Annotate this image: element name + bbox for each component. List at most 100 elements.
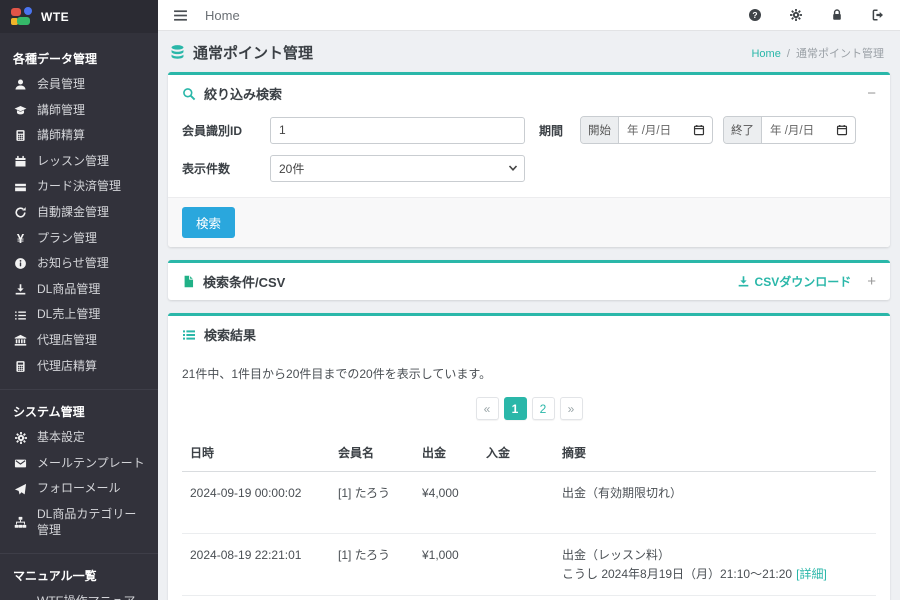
table-row: 2024-08-19 22:21:01 [1] たろう ¥1,000 出金（レッ… (182, 534, 876, 596)
logout-icon[interactable] (871, 8, 885, 22)
results-table: 日時 会員名 出金 入金 摘要 2024-09-19 00:00:02 [1] … (182, 434, 876, 600)
sidebar-item-label: WTE操作マニュアル (37, 594, 145, 600)
expand-icon[interactable]: + (867, 274, 876, 289)
sidebar-item-wte-manual[interactable]: WTE操作マニュアル (0, 589, 158, 600)
coins-icon (169, 44, 186, 61)
nav-section-title: マニュアル一覧 (0, 558, 158, 589)
calendar-picker-icon[interactable] (691, 124, 712, 136)
results-body: 21件中、1件目から20件目までの20件を表示しています。 « 1 2 » 日時… (168, 353, 890, 600)
gear-icon (13, 431, 28, 445)
page-title: 通常ポイント管理 (169, 42, 313, 63)
search-button[interactable]: 検索 (182, 207, 235, 238)
logo[interactable]: WTE (0, 0, 158, 33)
download-icon (13, 283, 28, 296)
csv-card-header: 検索条件/CSV CSVダウンロード + (168, 263, 890, 300)
page-content: 通常ポイント管理 Home / 通常ポイント管理 絞り込み検索 − (158, 31, 900, 600)
pagination-page-1[interactable]: 1 (504, 397, 527, 420)
app-window: WTE 各種データ管理 会員管理 講師管理 講師精算 (0, 0, 900, 600)
cell-deposit (478, 596, 554, 600)
lock-icon[interactable] (830, 8, 844, 22)
help-icon[interactable]: ? (748, 8, 762, 22)
sidebar-item-member-management[interactable]: 会員管理 (0, 72, 158, 98)
nav-section-title: 各種データ管理 (0, 41, 158, 72)
calendar-icon (13, 155, 28, 168)
svg-text:?: ? (752, 10, 757, 20)
column-header-deposit: 入金 (478, 434, 554, 472)
results-card-header: 検索結果 (168, 316, 890, 353)
sidebar-item-basic-settings[interactable]: 基本設定 (0, 425, 158, 451)
sidebar-item-label: プラン管理 (37, 231, 97, 247)
sidebar-item-follow-mail[interactable]: フォローメール (0, 476, 158, 502)
sidebar-item-card-payment-management[interactable]: カード決済管理 (0, 174, 158, 200)
breadcrumb-home-link[interactable]: Home (751, 48, 780, 60)
pagination-page-2[interactable]: 2 (532, 397, 555, 420)
sidebar-item-label: 会員管理 (37, 77, 85, 93)
start-date-prefix: 開始 (581, 117, 619, 143)
sidebar-item-label: 自動課金管理 (37, 205, 109, 221)
sidebar-item-label: レッスン管理 (37, 154, 109, 170)
sidebar-item-lesson-management[interactable]: レッスン管理 (0, 149, 158, 175)
sidebar-item-instructor-management[interactable]: 講師管理 (0, 98, 158, 124)
member-id-label: 会員識別ID (182, 122, 270, 139)
sidebar-nav: 各種データ管理 会員管理 講師管理 講師精算 レッスン管理 (0, 33, 158, 600)
sidebar-item-label: カード決済管理 (37, 179, 121, 195)
logo-text: WTE (41, 10, 69, 24)
period-group: 期間 開始 年 /月/日 終了 年 /月/日 (539, 116, 866, 144)
sidebar-item-plan-management[interactable]: ¥ プラン管理 (0, 226, 158, 252)
cell-datetime: 2024-08-19 22:21:01 (182, 534, 330, 596)
sidebar-item-dl-sales-management[interactable]: DL売上管理 (0, 302, 158, 328)
sidebar-item-label: メールテンプレート (37, 456, 145, 472)
refresh-icon (13, 206, 28, 219)
pagination: « 1 2 » (182, 397, 876, 420)
sidebar-item-label: DL商品カテゴリー管理 (37, 507, 145, 538)
filter-card-title: 絞り込み検索 (204, 84, 282, 103)
download-icon (737, 275, 750, 288)
calendar-picker-icon[interactable] (834, 124, 855, 136)
sidebar-item-dl-product-category-management[interactable]: DL商品カテゴリー管理 (0, 502, 158, 543)
start-date-input[interactable]: 開始 年 /月/日 (580, 116, 713, 144)
breadcrumb-separator: / (787, 48, 790, 60)
results-card: 検索結果 21件中、1件目から20件目までの20件を表示しています。 « 1 2… (168, 313, 890, 600)
per-page-select[interactable]: 20件 (270, 155, 525, 182)
pagination-prev-button[interactable]: « (476, 397, 499, 420)
sidebar: WTE 各種データ管理 会員管理 講師管理 講師精算 (0, 0, 158, 600)
sidebar-item-instructor-settlement[interactable]: 講師精算 (0, 123, 158, 149)
pagination-next-button[interactable]: » (560, 397, 583, 420)
calculator-icon (13, 129, 28, 142)
nav-section-data: 各種データ管理 会員管理 講師管理 講師精算 レッスン管理 (0, 37, 158, 385)
sidebar-item-auto-billing-management[interactable]: 自動課金管理 (0, 200, 158, 226)
filter-body: 会員識別ID 期間 開始 年 /月/日 終了 年 /月/日 (168, 112, 890, 197)
gear-icon[interactable] (789, 8, 803, 22)
cell-summary: 出金（有効期限切れ） (554, 472, 876, 534)
detail-link[interactable]: [詳細] (796, 567, 827, 581)
column-header-withdraw: 出金 (414, 434, 478, 472)
results-card-title: 検索結果 (204, 325, 256, 344)
topbar-home-link[interactable]: Home (205, 8, 240, 23)
csv-card-title: 検索条件/CSV (203, 272, 285, 291)
member-id-input[interactable] (270, 117, 525, 144)
per-page-select-wrap: 20件 (270, 155, 525, 182)
topbar-actions: ? (748, 8, 885, 22)
cell-summary: 出金（レッスン料） こうし 2024年8月19日（月）21:00〜21:10[詳… (554, 596, 876, 600)
sidebar-item-label: DL売上管理 (37, 307, 100, 323)
nav-section-manual: マニュアル一覧 WTE操作マニュアル (0, 553, 158, 600)
sidebar-item-agency-settlement[interactable]: 代理店精算 (0, 354, 158, 380)
period-label: 期間 (539, 122, 563, 139)
sidebar-item-news-management[interactable]: お知らせ管理 (0, 251, 158, 277)
csv-download-link[interactable]: CSVダウンロード (737, 273, 852, 290)
end-date-input[interactable]: 終了 年 /月/日 (723, 116, 856, 144)
sidebar-item-label: 基本設定 (37, 430, 85, 446)
sidebar-item-label: 代理店精算 (37, 359, 97, 375)
collapse-icon[interactable]: − (867, 86, 876, 101)
cell-withdraw: ¥1,000 (414, 596, 478, 600)
cell-datetime: 2024-09-19 00:00:02 (182, 472, 330, 534)
sidebar-item-mail-template[interactable]: メールテンプレート (0, 451, 158, 477)
csv-card: 検索条件/CSV CSVダウンロード + (168, 260, 890, 300)
sidebar-item-agency-management[interactable]: 代理店管理 (0, 328, 158, 354)
logo-icon (11, 7, 32, 26)
menu-icon[interactable] (173, 8, 188, 23)
user-icon (13, 78, 28, 91)
sidebar-item-dl-product-management[interactable]: DL商品管理 (0, 277, 158, 303)
sidebar-item-label: 講師精算 (37, 128, 85, 144)
page-head: 通常ポイント管理 Home / 通常ポイント管理 (158, 31, 900, 72)
